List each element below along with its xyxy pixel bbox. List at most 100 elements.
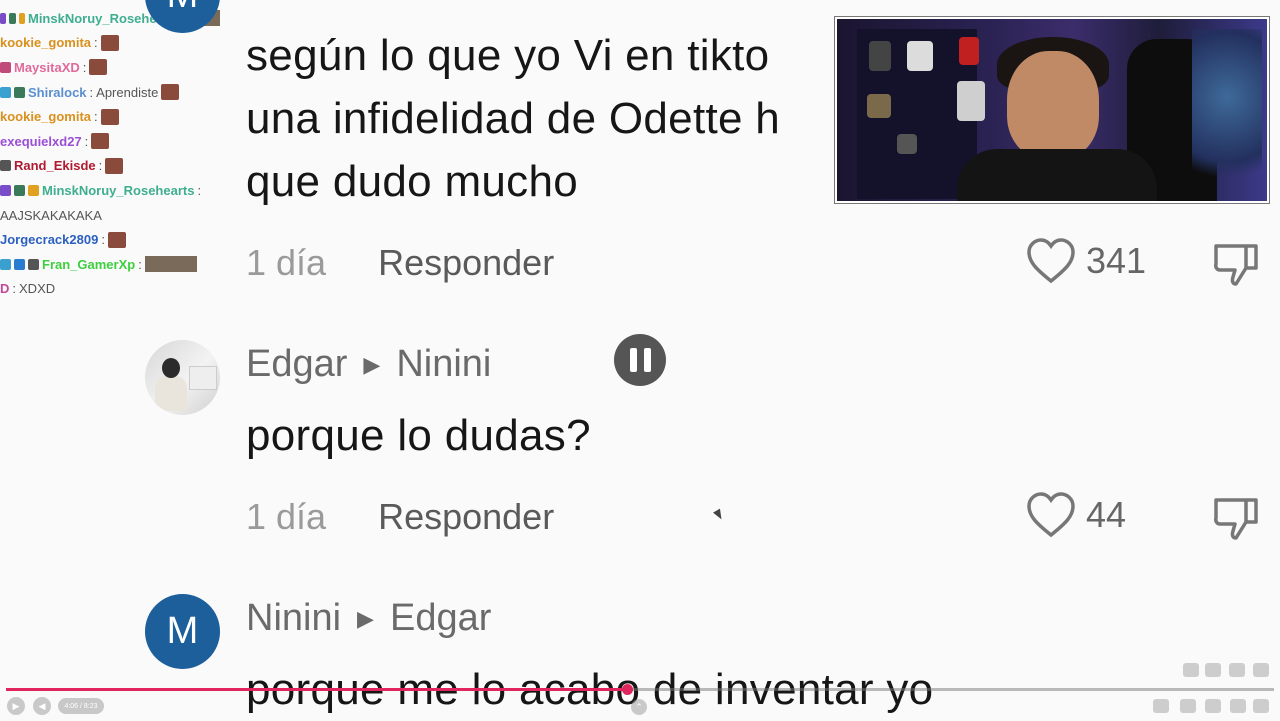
comment-text-line: que dudo mucho	[246, 157, 579, 206]
thumbs-down-icon[interactable]	[1212, 494, 1260, 542]
chat-username[interactable]: D	[0, 281, 9, 296]
chat-username[interactable]: MinskNoruy_Rosehearts	[42, 183, 194, 198]
comment-meta: 1 día Responder	[246, 496, 554, 538]
chat-separator: :	[138, 256, 142, 272]
commenter-avatar[interactable]	[145, 340, 220, 415]
comment-text: según lo que yo Vi en tikto una infideli…	[246, 24, 780, 213]
chat-message: D : XDXD	[0, 277, 220, 302]
like-button[interactable]: 44	[1026, 492, 1126, 538]
chat-badge-icon	[0, 61, 11, 73]
author-name[interactable]: Ninini	[246, 597, 341, 640]
chat-message: MaysitaXD :	[0, 55, 220, 80]
captions-icon[interactable]	[1180, 699, 1196, 713]
chat-username[interactable]: kookie_gomita	[0, 35, 91, 50]
reply-to-name[interactable]: Ninini	[396, 343, 491, 386]
chat-username[interactable]: exequielxd27	[0, 134, 82, 149]
chat-message: Fran_GamerXp :	[0, 252, 220, 277]
reply-button[interactable]: Responder	[378, 242, 554, 284]
comment-text-line: según lo que yo Vi en tikto	[246, 31, 770, 80]
progress-fill	[6, 688, 628, 691]
chat-badge-icon	[0, 258, 11, 270]
chat-username[interactable]: kookie_gomita	[0, 109, 91, 124]
chat-emote-icon	[107, 231, 126, 248]
chat-message: Rand_Ekisde :	[0, 154, 220, 179]
chat-username[interactable]: Rand_Ekisde	[14, 158, 96, 173]
chat-separator: :	[94, 109, 98, 125]
comment-date: 1 día	[246, 242, 327, 283]
commenter-avatar[interactable]: M	[145, 594, 220, 669]
chat-text: XDXD	[19, 281, 56, 297]
pause-bar	[643, 348, 651, 372]
chat-separator: :	[89, 84, 94, 100]
chat-badge-icon	[9, 12, 16, 24]
fullscreen-icon[interactable]	[1253, 699, 1269, 713]
chat-badge-icon	[0, 160, 11, 172]
chat-text: AAJSKAKAKAKA	[0, 207, 102, 223]
chat-emote-icon	[161, 84, 180, 101]
comment-text: porque lo dudas?	[246, 404, 591, 467]
comment-icon[interactable]	[1229, 663, 1245, 677]
chat-badge-icon	[14, 258, 25, 270]
chevron-up-icon[interactable]: ⌃	[631, 699, 647, 715]
chat-badge-icon	[18, 12, 25, 24]
comment-author: Edgar ▶ Ninini	[246, 343, 491, 386]
heart-icon	[1027, 492, 1075, 538]
share-icon[interactable]	[1253, 663, 1269, 677]
chat-username[interactable]: MaysitaXD	[14, 60, 80, 75]
chat-separator: :	[12, 281, 17, 297]
streamer-webcam	[835, 17, 1269, 203]
chat-emote-icon	[89, 59, 108, 76]
chat-badge-icon	[14, 184, 25, 196]
volume-icon[interactable]: ◀	[33, 697, 51, 715]
progress-bar[interactable]	[6, 684, 1274, 695]
comment-meta: 1 día Responder	[246, 242, 554, 284]
author-name[interactable]: Edgar	[246, 343, 347, 386]
reply-to-name[interactable]: Edgar	[390, 597, 491, 640]
chat-username[interactable]: Shiralock	[28, 85, 87, 100]
avatar-letter: M	[166, 610, 199, 652]
play-triangle-icon: ▶	[357, 605, 374, 631]
chat-badge-icon	[14, 86, 25, 98]
heart-icon	[1027, 238, 1075, 284]
mouse-cursor	[713, 508, 725, 522]
streamer-shirt	[957, 149, 1157, 201]
chat-badge-icon	[28, 258, 39, 270]
chat-text: Aprendiste	[96, 84, 159, 100]
avatar-letter: M	[167, 0, 199, 17]
chat-emote-icon	[100, 108, 119, 125]
streamer-face	[1007, 51, 1099, 159]
chat-emote-icon	[144, 256, 197, 273]
settings-icon[interactable]	[1205, 699, 1221, 713]
comment-text-line: una infidelidad de Odette h	[246, 94, 781, 143]
chat-separator: :	[98, 158, 103, 174]
chat-badge-icon	[0, 86, 11, 98]
autoplay-icon[interactable]	[1153, 699, 1169, 713]
thumbs-down-icon[interactable]	[1212, 240, 1260, 288]
chat-username[interactable]: Fran_GamerXp	[42, 257, 135, 272]
chat-separator: :	[82, 59, 87, 75]
thumbs-up-icon[interactable]	[1183, 663, 1199, 677]
like-count: 341	[1086, 240, 1147, 281]
chat-emote-icon	[91, 133, 110, 150]
thumbs-down-icon[interactable]	[1205, 663, 1221, 677]
chat-badge-icon	[28, 184, 39, 196]
like-count: 44	[1086, 494, 1127, 535]
chat-overlay: MinskNoruy_Rosehearts :kookie_gomita :Ma…	[0, 6, 220, 301]
chat-message: AAJSKAKAKAKA	[0, 203, 220, 228]
miniplayer-icon[interactable]	[1230, 699, 1246, 713]
comment-author: Ninini ▶ Edgar	[246, 597, 491, 640]
chat-username[interactable]: Jorgecrack2809	[0, 232, 98, 247]
like-button[interactable]: 341	[1026, 238, 1146, 284]
pause-bar	[629, 348, 637, 372]
chat-badge-icon	[0, 184, 11, 196]
plant	[1192, 29, 1262, 199]
chat-emote-icon	[105, 157, 124, 174]
chat-message: Shiralock : Aprendiste	[0, 80, 220, 105]
reply-button[interactable]: Responder	[378, 496, 554, 538]
play-button[interactable]: ▶	[7, 697, 25, 715]
comment-text-line: porque lo dudas?	[246, 411, 591, 460]
pause-button[interactable]	[614, 334, 666, 386]
time-display: 4:06 / 8:23	[58, 698, 104, 714]
chat-message: MinskNoruy_Rosehearts :	[0, 178, 220, 203]
chat-message: exequielxd27 :	[0, 129, 220, 154]
